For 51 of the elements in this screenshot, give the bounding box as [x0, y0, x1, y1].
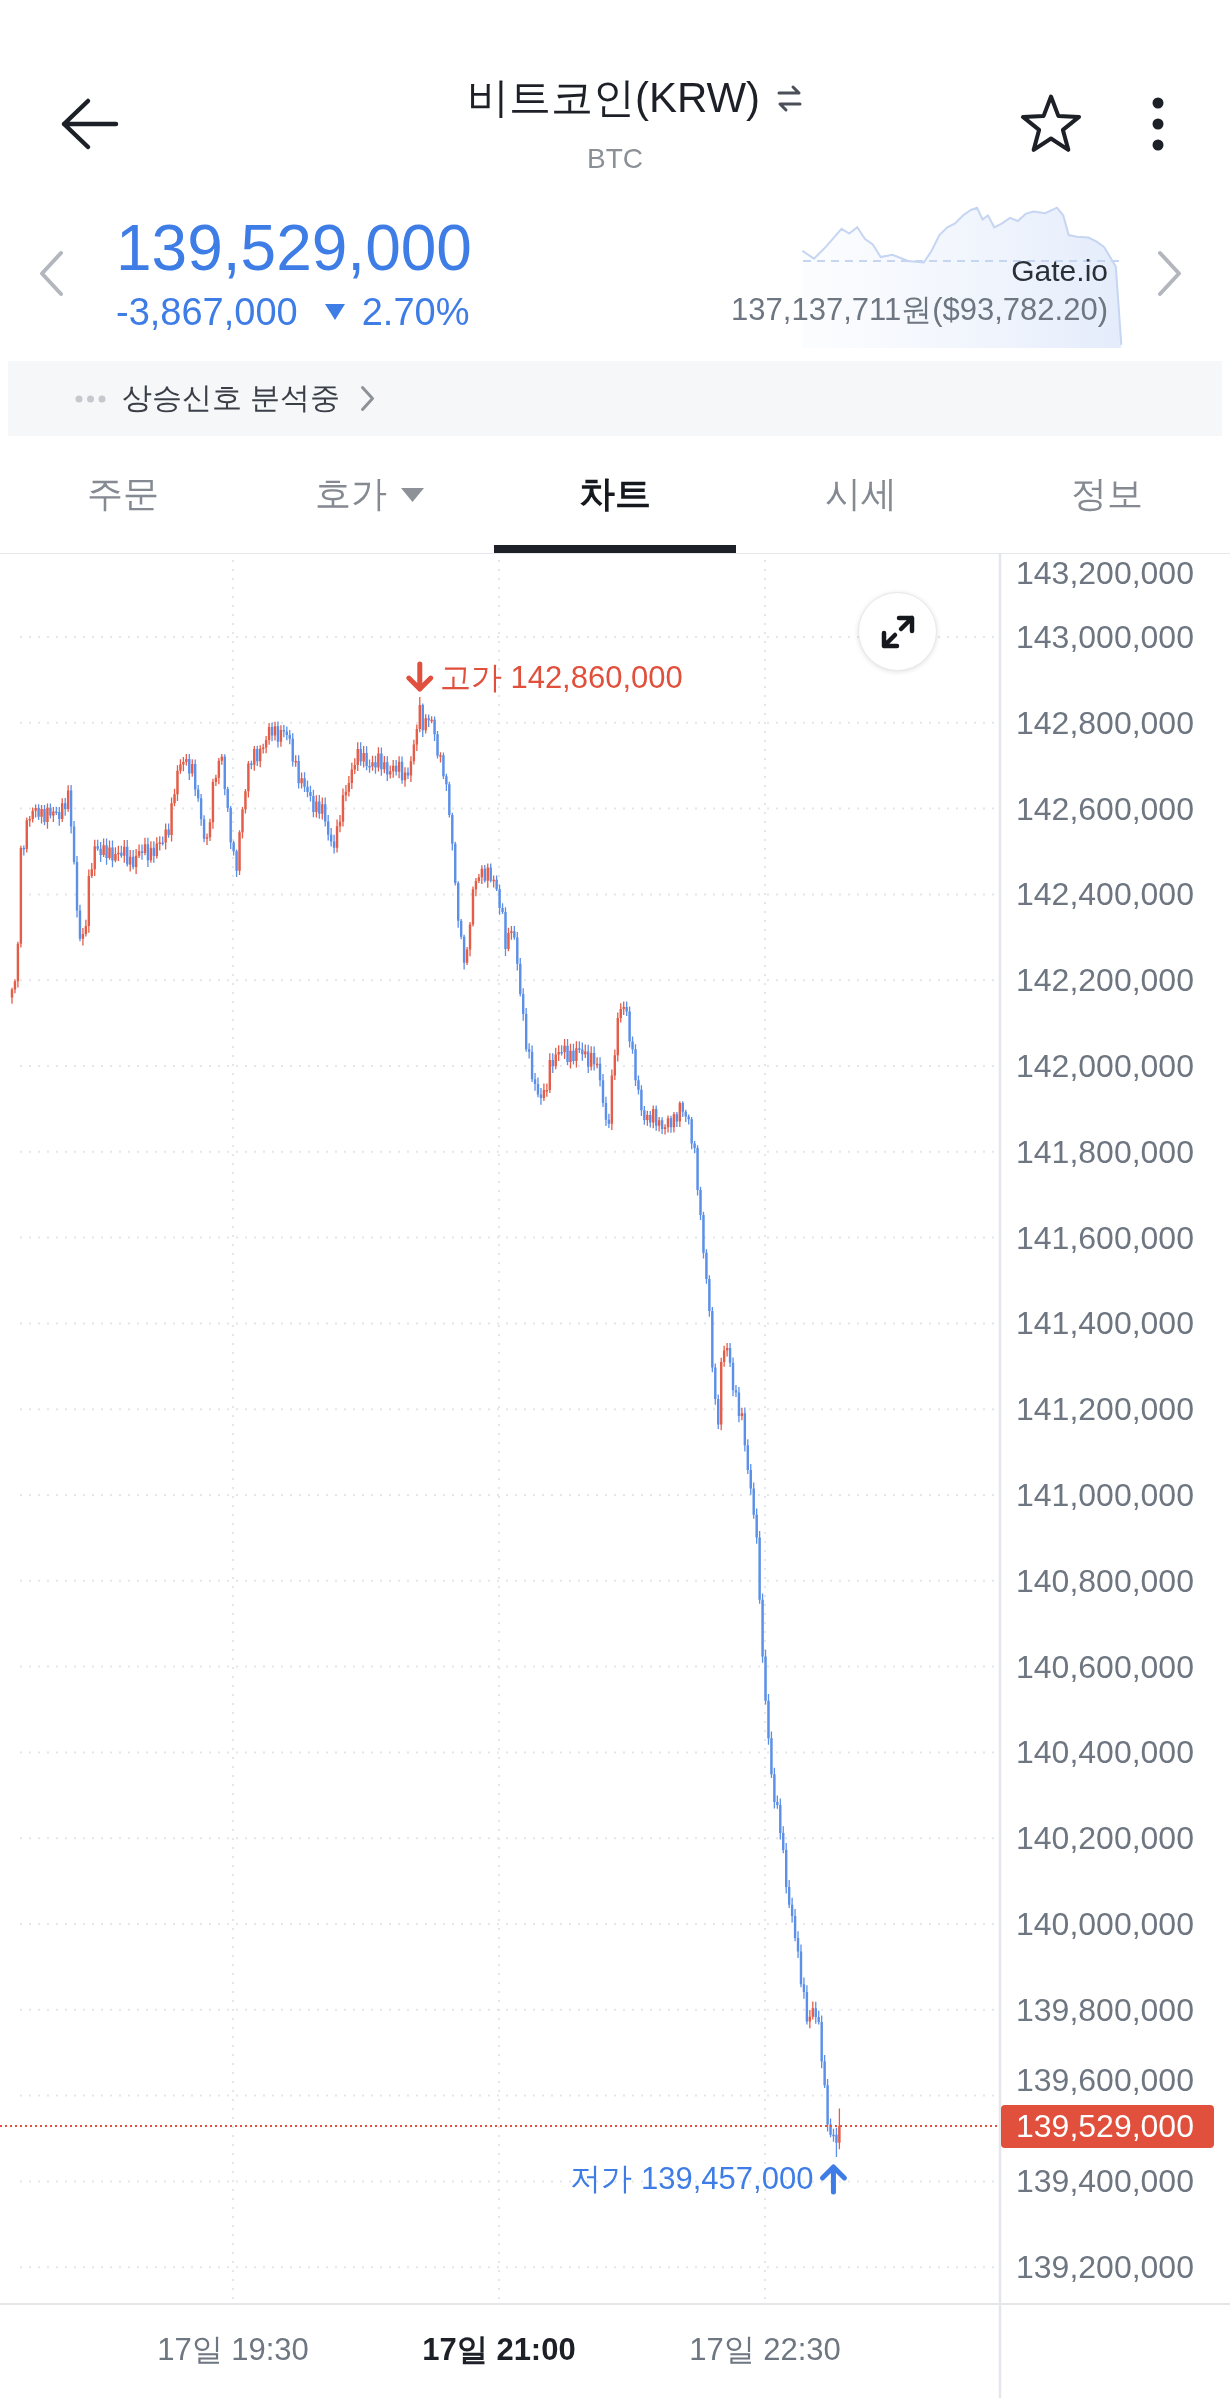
price-axis-label: 141,000,000 [1016, 1477, 1194, 1513]
price-axis-label: 141,400,000 [1016, 1305, 1194, 1342]
price-axis-label: 142,600,000 [1016, 790, 1194, 827]
time-axis-label: 17일 19:30 [157, 2331, 309, 2367]
down-arrow-icon [406, 661, 434, 692]
price-axis-label: 143,000,000 [1016, 619, 1194, 655]
price-axis-label: 140,000,000 [1016, 1906, 1194, 1942]
up-arrow-icon [819, 2164, 847, 2195]
price-axis-label: 141,200,000 [1016, 1391, 1194, 1428]
price-axis-label: 143,200,000 [1016, 555, 1194, 591]
price-axis-label: 139,400,000 [1016, 2163, 1194, 2200]
tab[interactable]: 시세 [740, 436, 982, 553]
price-axis-label: 141,800,000 [1016, 1133, 1194, 1170]
price-change: -3,867,000 [116, 290, 298, 334]
expand-button[interactable] [858, 592, 937, 671]
price-axis-label: 139,600,000 [1016, 2062, 1194, 2099]
swap-arrows-icon[interactable] [776, 83, 804, 113]
time-axis-label: 17일 21:00 [422, 2331, 576, 2367]
coin-title: 비트코인(KRW) [466, 73, 761, 123]
current-price: 139,529,000 [116, 212, 472, 284]
exchange-price: 137,137,711원($93,782.20) [731, 291, 1108, 329]
chevron-right-icon [360, 385, 376, 412]
low-price-marker: 저가 139,457,000 [570, 2161, 814, 2197]
tab[interactable]: 차트 [494, 436, 736, 553]
expand-icon [879, 613, 916, 650]
price-axis-label: 142,200,000 [1016, 962, 1194, 999]
star-icon[interactable] [1018, 93, 1084, 155]
dots-icon [75, 394, 106, 403]
caret-down-icon [400, 487, 424, 502]
tab[interactable]: 정보 [986, 436, 1228, 553]
coin-symbol: BTC [587, 142, 643, 176]
price-axis-label: 139,800,000 [1016, 1991, 1194, 2028]
price-axis-label: 140,800,000 [1016, 1562, 1194, 1599]
exchange-name: Gate.io [1011, 253, 1108, 289]
change-rate: 2.70% [361, 290, 470, 334]
time-axis-label: 17일 22:30 [689, 2331, 841, 2367]
tab[interactable]: 주문 [2, 436, 244, 553]
price-axis-label: 142,800,000 [1016, 704, 1194, 741]
more-menu-icon[interactable] [1152, 97, 1164, 151]
price-axis-label: 141,600,000 [1016, 1219, 1194, 1256]
high-price-marker: 고가 142,860,000 [439, 659, 683, 695]
signal-banner[interactable]: 상승신호 분석중 [8, 361, 1222, 436]
current-price-tag: 139,529,000 [1001, 2105, 1214, 2149]
price-axis-label: 142,000,000 [1016, 1048, 1194, 1084]
tab[interactable]: 호가 [248, 436, 490, 553]
price-axis-label: 142,400,000 [1016, 876, 1194, 913]
price-axis-label: 140,200,000 [1016, 1820, 1194, 1857]
price-axis-label: 139,200,000 [1016, 2249, 1194, 2286]
back-icon[interactable] [59, 97, 119, 151]
price-axis-label: 140,400,000 [1016, 1734, 1194, 1771]
price-axis-label: 140,600,000 [1016, 1648, 1194, 1685]
